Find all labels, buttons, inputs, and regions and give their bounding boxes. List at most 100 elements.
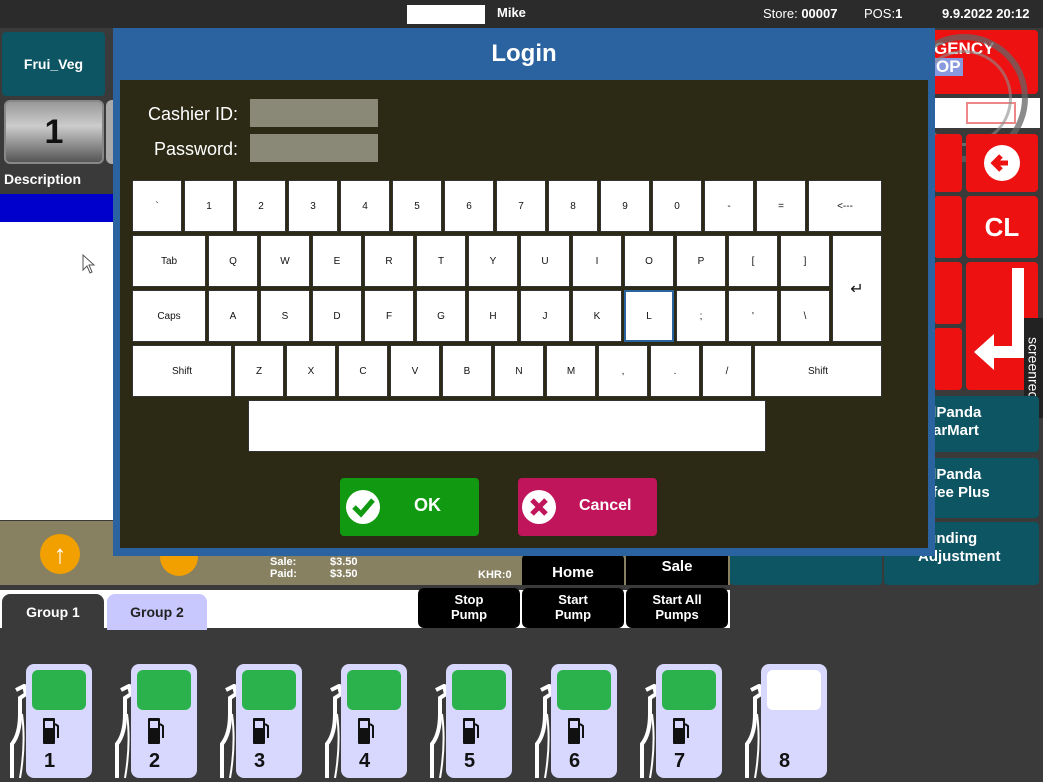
key-v[interactable]: V xyxy=(390,345,440,397)
key-symbol[interactable]: . xyxy=(650,345,700,397)
tab-group-2[interactable]: Group 2 xyxy=(107,594,207,630)
store-number: Store: 00007 xyxy=(763,6,837,21)
key-w[interactable]: W xyxy=(260,235,310,287)
description-header: Description xyxy=(0,168,120,194)
key-7[interactable]: 7 xyxy=(496,180,546,232)
password-input[interactable] xyxy=(250,134,378,162)
sale-button[interactable]: Sale xyxy=(626,555,728,585)
key-4[interactable]: 4 xyxy=(340,180,390,232)
key-symbol[interactable]: = xyxy=(756,180,806,232)
key-1[interactable]: 1 xyxy=(184,180,234,232)
key-6[interactable]: 6 xyxy=(444,180,494,232)
pump-display xyxy=(452,670,506,710)
pump-3[interactable]: 3 xyxy=(236,664,302,778)
fuel-pump-icon xyxy=(358,718,374,744)
pos-label: POS: xyxy=(864,6,896,21)
key-c[interactable]: C xyxy=(338,345,388,397)
key-symbol[interactable]: / xyxy=(702,345,752,397)
start-all-pumps-button[interactable]: Start All Pumps xyxy=(626,588,728,628)
key-symbol[interactable]: , xyxy=(598,345,648,397)
pump-7[interactable]: 7 xyxy=(656,664,722,778)
pump-number: 6 xyxy=(569,750,581,772)
selected-row[interactable] xyxy=(0,194,120,222)
red-key-4[interactable] xyxy=(934,328,962,390)
key-u[interactable]: U xyxy=(520,235,570,287)
cancel-button[interactable]: Cancel xyxy=(518,478,657,536)
key-l[interactable]: L xyxy=(624,290,674,342)
key-g[interactable]: G xyxy=(416,290,466,342)
key-enter[interactable]: ↵ xyxy=(832,235,882,342)
red-key-1[interactable] xyxy=(934,134,962,192)
key-x[interactable]: X xyxy=(286,345,336,397)
key-n[interactable]: N xyxy=(494,345,544,397)
pos-number: POS:1 xyxy=(864,6,902,21)
pump-6[interactable]: 6 xyxy=(551,664,617,778)
key-m[interactable]: M xyxy=(546,345,596,397)
clear-button[interactable]: CL xyxy=(966,196,1038,258)
red-key-3[interactable] xyxy=(934,262,962,324)
key-o[interactable]: O xyxy=(624,235,674,287)
key-r[interactable]: R xyxy=(364,235,414,287)
home-button[interactable]: Home xyxy=(522,555,624,585)
ok-button[interactable]: OK xyxy=(340,478,479,536)
on-screen-keyboard: ` 1 2 3 4 5 6 7 8 9 0- = <--- Tab Q W E R T Y U I O P[] Caps A S D F… xyxy=(132,180,884,452)
page-button[interactable]: 1 xyxy=(4,100,104,164)
stop-pump-button[interactable]: Stop Pump xyxy=(418,588,520,628)
store-value: 00007 xyxy=(801,6,838,21)
key-symbol[interactable]: - xyxy=(704,180,754,232)
key-symbol[interactable]: ' xyxy=(728,290,778,342)
start-pump-button[interactable]: Start Pump xyxy=(522,588,624,628)
start-l1: Start xyxy=(558,592,588,607)
key-symbol[interactable]: [ xyxy=(728,235,778,287)
key-8[interactable]: 8 xyxy=(548,180,598,232)
key-s[interactable]: S xyxy=(260,290,310,342)
back-button[interactable] xyxy=(966,134,1038,192)
key-shift[interactable]: Shift xyxy=(132,345,232,397)
key-k[interactable]: K xyxy=(572,290,622,342)
pump-1[interactable]: 1 xyxy=(26,664,92,778)
key-symbol[interactable]: <--- xyxy=(808,180,882,232)
pump-number: 4 xyxy=(359,750,371,772)
stop-l1: Stop xyxy=(454,592,484,607)
key-symbol[interactable]: ` xyxy=(132,180,182,232)
key-j[interactable]: J xyxy=(520,290,570,342)
key-p[interactable]: P xyxy=(676,235,726,287)
pump-2[interactable]: 2 xyxy=(131,664,197,778)
red-key-2[interactable] xyxy=(934,196,962,258)
key-q[interactable]: Q xyxy=(208,235,258,287)
key-2[interactable]: 2 xyxy=(236,180,286,232)
key-b[interactable]: B xyxy=(442,345,492,397)
tab-group-1[interactable]: Group 1 xyxy=(2,594,104,630)
scroll-up-icon[interactable]: ↑ xyxy=(40,534,80,574)
item-list[interactable] xyxy=(0,222,120,520)
pump-number: 1 xyxy=(44,750,56,772)
key-0[interactable]: 0 xyxy=(652,180,702,232)
key-h[interactable]: H xyxy=(468,290,518,342)
key-3[interactable]: 3 xyxy=(288,180,338,232)
key-d[interactable]: D xyxy=(312,290,362,342)
cashier-id-input[interactable] xyxy=(250,99,378,127)
fuel-pump-icon xyxy=(568,718,584,744)
key-i[interactable]: I xyxy=(572,235,622,287)
pump-4[interactable]: 4 xyxy=(341,664,407,778)
key-5[interactable]: 5 xyxy=(392,180,442,232)
key-t[interactable]: T xyxy=(416,235,466,287)
pump-8[interactable]: 8 xyxy=(761,664,827,778)
key-tab[interactable]: Tab xyxy=(132,235,206,287)
pump-5[interactable]: 5 xyxy=(446,664,512,778)
key-shift[interactable]: Shift xyxy=(754,345,882,397)
category-button[interactable]: Frui_Veg xyxy=(2,32,105,96)
key-symbol[interactable]: \ xyxy=(780,290,830,342)
key-symbol[interactable]: ; xyxy=(676,290,726,342)
key-e[interactable]: E xyxy=(312,235,362,287)
key-9[interactable]: 9 xyxy=(600,180,650,232)
key-symbol[interactable]: ] xyxy=(780,235,830,287)
key-f[interactable]: F xyxy=(364,290,414,342)
key-caps[interactable]: Caps xyxy=(132,290,206,342)
key-a[interactable]: A xyxy=(208,290,258,342)
key-y[interactable]: Y xyxy=(468,235,518,287)
key-z[interactable]: Z xyxy=(234,345,284,397)
key-space[interactable] xyxy=(248,400,766,452)
fp2-line1: odPanda xyxy=(918,466,982,483)
top-status-bar: Mike Store: 00007 POS:1 9.9.2022 20:12 xyxy=(0,0,1043,28)
